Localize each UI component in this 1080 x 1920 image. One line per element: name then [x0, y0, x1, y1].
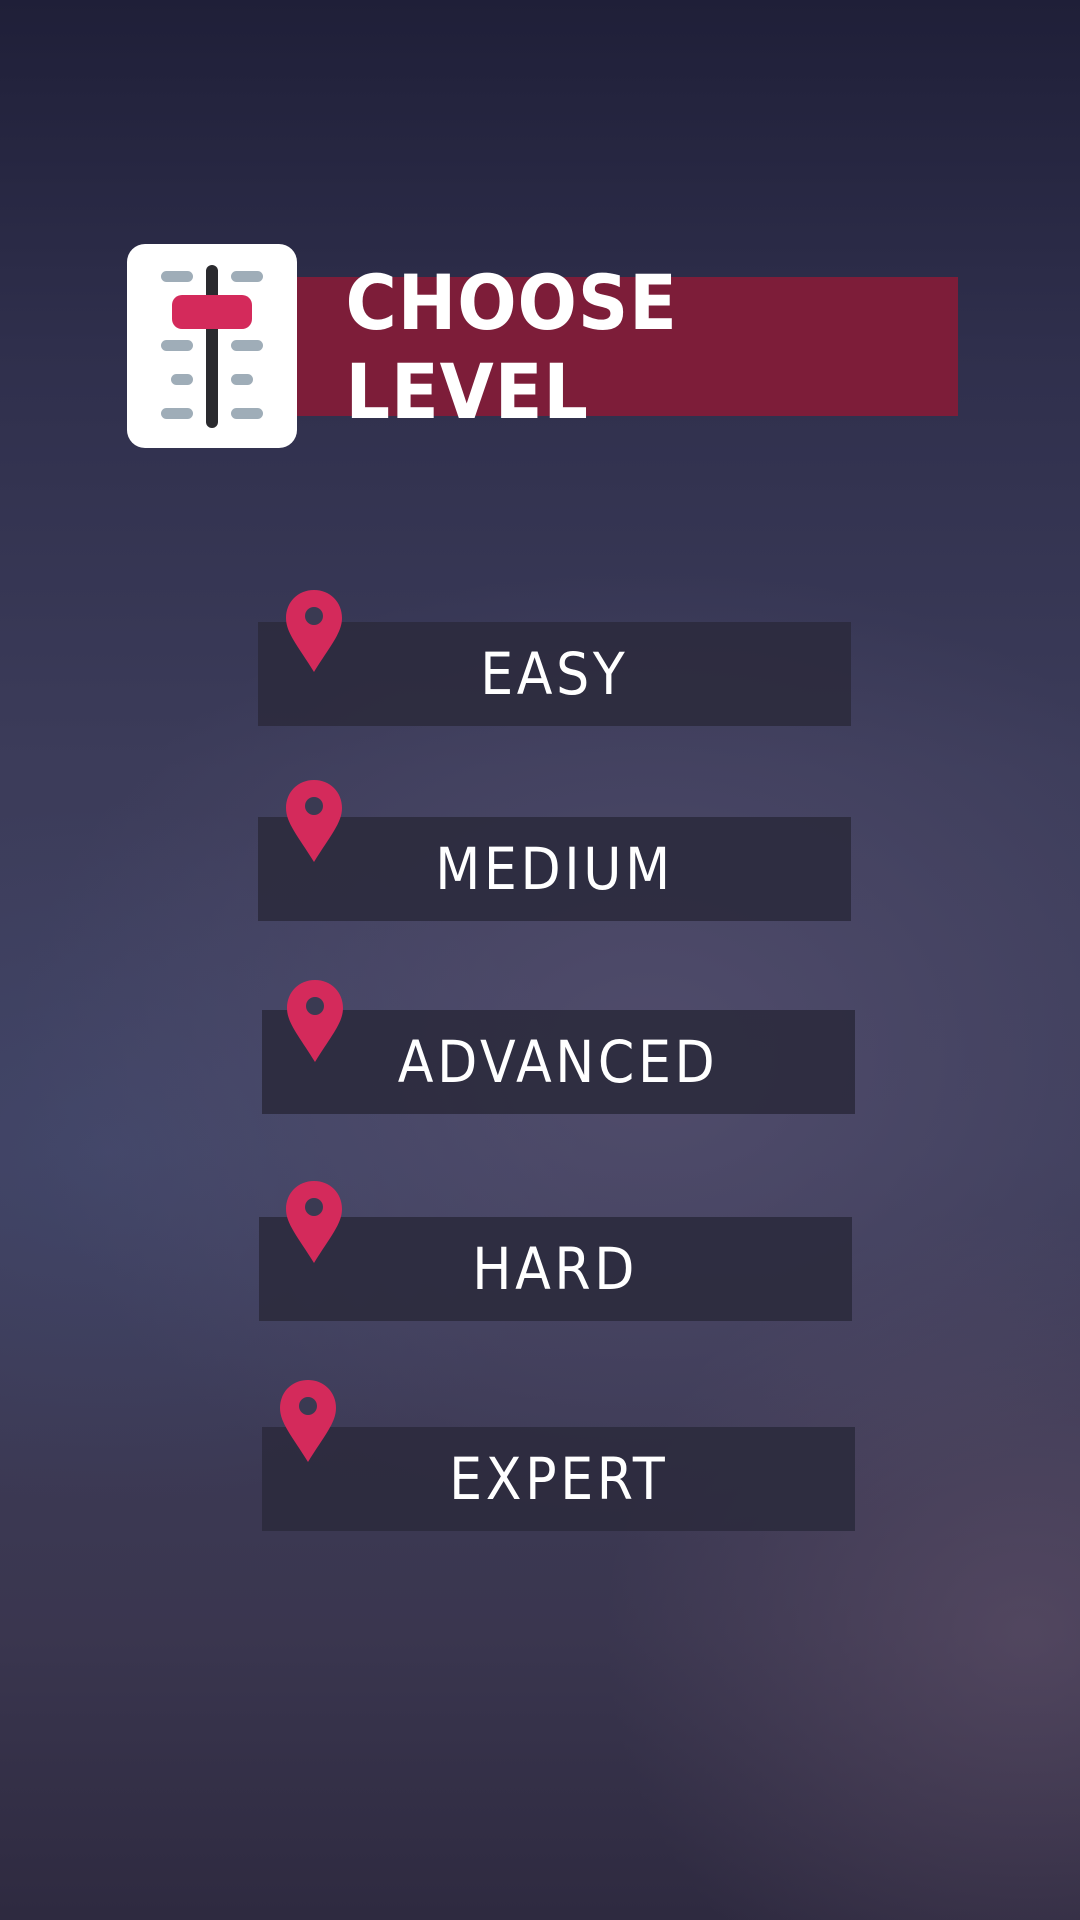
level-slider-icon	[127, 244, 297, 448]
level-button-expert[interactable]: EXPERT	[262, 1427, 855, 1531]
level-label: MEDIUM	[435, 835, 674, 903]
level-button-medium[interactable]: MEDIUM	[258, 817, 851, 921]
map-pin-icon	[286, 1181, 342, 1263]
header-banner: CHOOSE LEVEL	[297, 258, 958, 436]
level-button-advanced[interactable]: ADVANCED	[262, 1010, 855, 1114]
level-label: HARD	[472, 1235, 639, 1303]
level-button-hard[interactable]: HARD	[259, 1217, 852, 1321]
level-button-easy[interactable]: EASY	[258, 622, 851, 726]
map-pin-icon	[286, 780, 342, 862]
level-label: ADVANCED	[398, 1028, 719, 1096]
level-label: EXPERT	[448, 1445, 669, 1513]
map-pin-icon	[287, 980, 343, 1062]
map-pin-icon	[280, 1380, 336, 1462]
level-label: EASY	[480, 640, 629, 708]
map-pin-icon	[286, 590, 342, 672]
page-title: CHOOSE LEVEL	[345, 257, 678, 436]
